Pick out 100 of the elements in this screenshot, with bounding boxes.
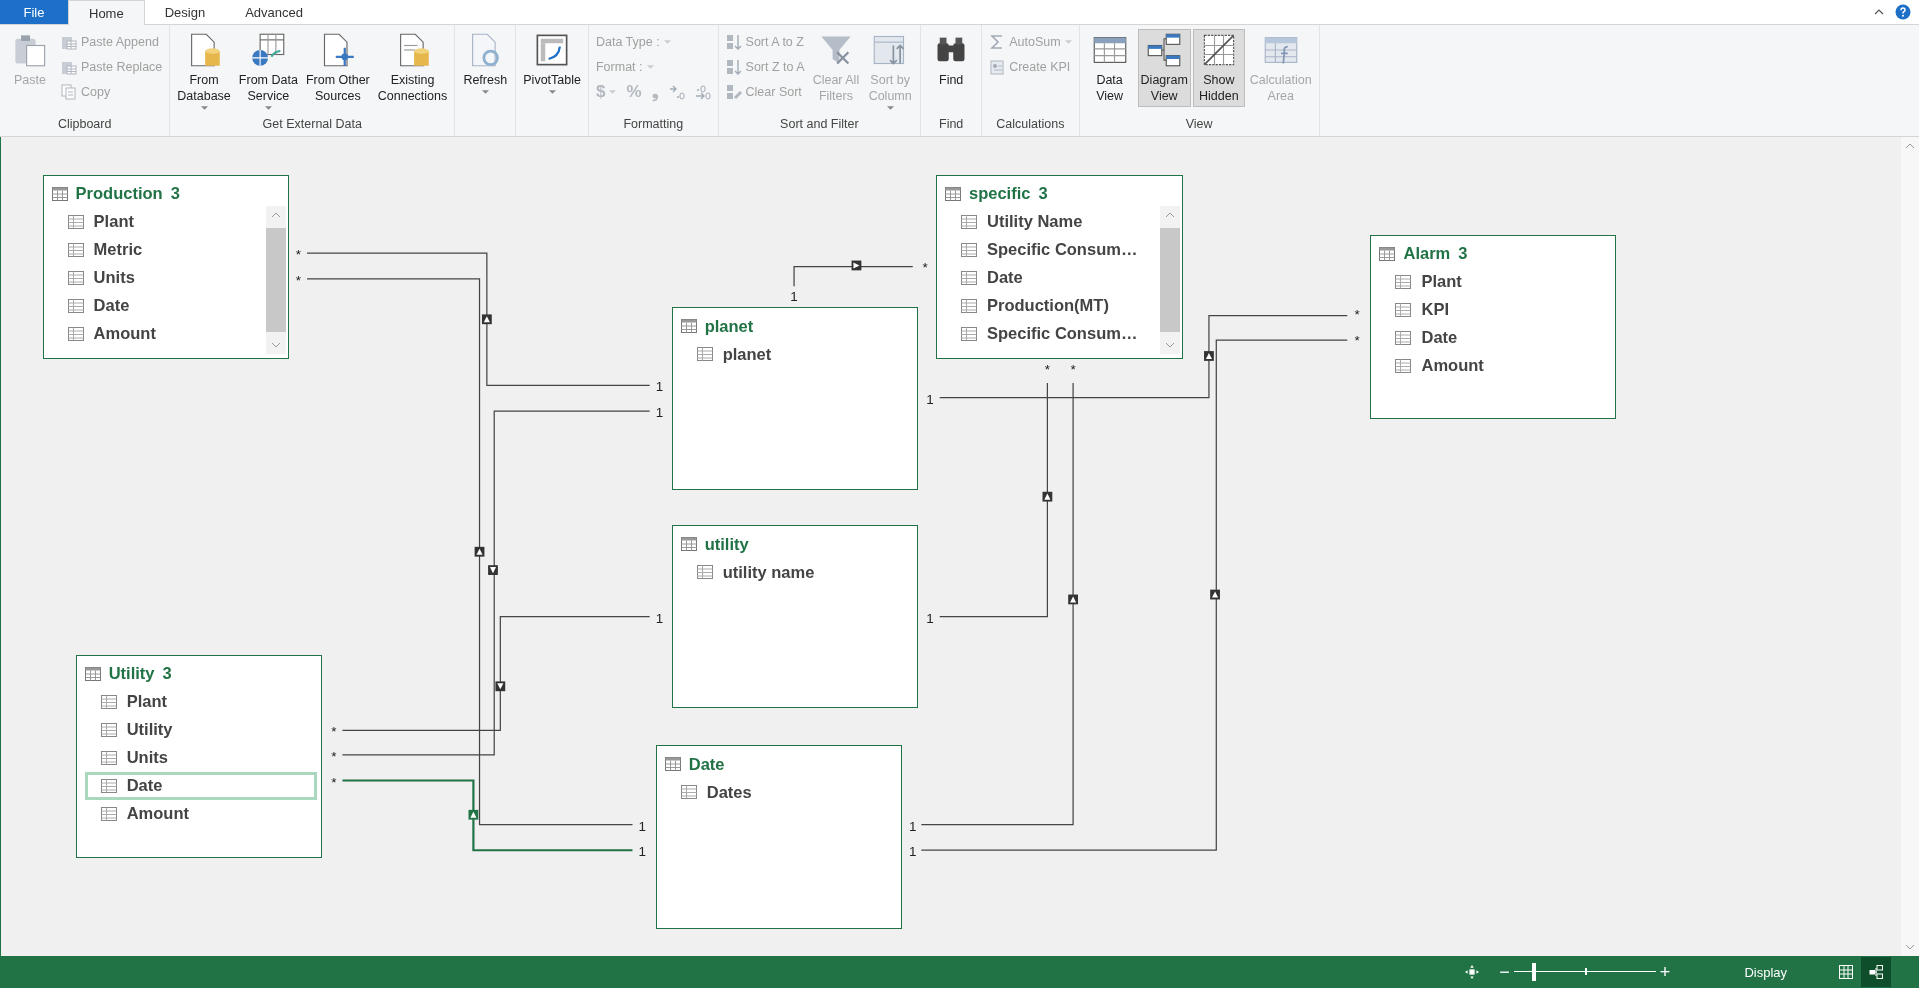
column-item[interactable]: Plant [84,687,317,716]
ribbon-button[interactable]: From Other Sources [302,29,373,107]
table-name: Date [688,754,725,774]
column-item[interactable]: Units [84,743,317,772]
table-icon [680,537,697,552]
column-item[interactable]: Date [1379,323,1612,352]
table-count: 3 [1458,244,1468,264]
table-count: 3 [1038,184,1048,204]
column-item[interactable]: Metric [51,235,262,264]
cardinality-label: * [331,724,337,740]
table-node[interactable]: planet planet [671,307,918,490]
scroll-up-icon[interactable] [1165,211,1176,218]
relationship-line[interactable] [793,266,914,287]
direction-marker-icon [1068,594,1078,605]
group-label: Get External Data [261,116,363,133]
column-item[interactable]: Amount [84,799,317,828]
scroll-down-icon[interactable] [1905,944,1915,950]
column-item[interactable]: Utility [84,715,317,744]
zoom-slider[interactable] [1513,963,1656,981]
cardinality-label: * [331,748,337,764]
ribbon-tab[interactable]: Design [144,0,226,24]
column-icon [67,270,84,285]
scroll-up-icon[interactable] [270,211,281,218]
table-node[interactable]: Production 3 Plant Metric Units Date Amount [42,174,289,359]
cardinality-label: * [1354,307,1360,323]
ribbon-tab[interactable]: Advanced [225,0,323,24]
column-item[interactable]: Date [51,291,262,320]
column-item[interactable]: Dates [664,778,897,807]
column-item[interactable]: utility name [680,558,913,587]
cardinality-label: * [295,273,301,289]
zoom-slider-thumb[interactable] [1531,963,1536,981]
table-icon [84,666,101,681]
column-icon [67,298,84,313]
cardinality-label: * [331,774,337,790]
view-toggle-button[interactable] [1861,957,1891,987]
diagram-icon [1146,32,1183,68]
column-item[interactable]: Plant [51,207,262,236]
column-item[interactable]: Units [51,263,262,292]
column-item[interactable]: Date [84,771,317,800]
table-icon [680,319,697,334]
group-label: Sort and Filter [779,116,860,133]
clipboard-icon [61,34,77,50]
ribbon-button[interactable]: From Database [174,29,234,114]
ribbon-button[interactable]: PivotTable [520,29,584,98]
table-name: utility [704,534,749,554]
file-tab[interactable]: File [0,0,68,24]
table-icon [945,186,961,201]
scrollbar[interactable] [265,205,286,354]
direction-marker-icon [1210,589,1220,600]
table-node[interactable]: specific 3 Utility Name Specific Consum… Date Production(MT) Specific Consum… [936,174,1184,359]
cardinality-label: 1 [655,379,664,395]
column-item[interactable]: Amount [51,319,262,348]
clipboard-icon [61,59,77,75]
sort-descending-icon [725,59,742,75]
kpi-icon [989,59,1006,75]
column-item[interactable]: Specific Consum… [945,235,1157,264]
column-item[interactable]: Plant [1379,267,1612,296]
zoom-in-button[interactable]: + [1659,961,1671,983]
relationship-line[interactable] [342,779,633,852]
table-icon [51,186,68,201]
clipboard-icon [12,32,48,68]
scroll-up-icon[interactable] [1905,143,1915,149]
group-label: View [1184,116,1214,133]
ribbon-tab[interactable]: Home [68,0,145,25]
scrollbar[interactable] [1901,137,1919,956]
column-item[interactable]: Specific Consum… [945,319,1157,348]
column-item[interactable]: Date [945,263,1157,292]
column-item[interactable]: Utility Name [945,207,1157,236]
ribbon-button[interactable]: Show Hidden [1192,29,1245,107]
table-node[interactable]: Date Dates [655,745,902,930]
table-node[interactable]: Utility 3 Plant Utility Units Date Amount [75,654,322,859]
cardinality-label: 1 [909,844,917,860]
column-item[interactable]: Production(MT) [945,291,1157,320]
ribbon-button[interactable]: From Data Service [235,29,301,114]
direction-marker-icon [495,681,506,692]
column-icon [67,326,84,341]
table-node[interactable]: utility utility name [671,525,918,708]
zoom-out-button[interactable]: − [1499,961,1510,983]
ribbon-button[interactable]: Diagram View [1137,29,1191,107]
scrollbar[interactable] [1160,205,1181,354]
table-name: Production [75,184,163,204]
direction-marker-icon [488,565,498,575]
column-item[interactable]: KPI [1379,295,1612,324]
scroll-down-icon[interactable] [1165,341,1176,348]
direction-marker-icon [1042,491,1053,502]
cardinality-label: 1 [638,844,647,860]
scroll-down-icon[interactable] [270,341,281,348]
cardinality-label: 1 [926,610,934,626]
column-item[interactable]: planet [680,340,913,369]
ribbon-button[interactable]: Find [925,29,978,91]
column-item[interactable]: Amount [1379,351,1612,380]
column-icon [961,326,977,341]
help-icon[interactable] [1895,4,1911,20]
relationship-line[interactable] [939,315,1348,399]
ribbon-button[interactable]: Refresh [459,29,512,98]
ribbon-button[interactable]: Data View [1083,29,1136,107]
ribbon-button[interactable]: Existing Connections [374,29,451,107]
fit-to-window-icon[interactable] [1465,965,1480,979]
cardinality-label: * [1044,362,1050,378]
table-node[interactable]: Alarm 3 Plant KPI Date Amount [1370,234,1617,419]
